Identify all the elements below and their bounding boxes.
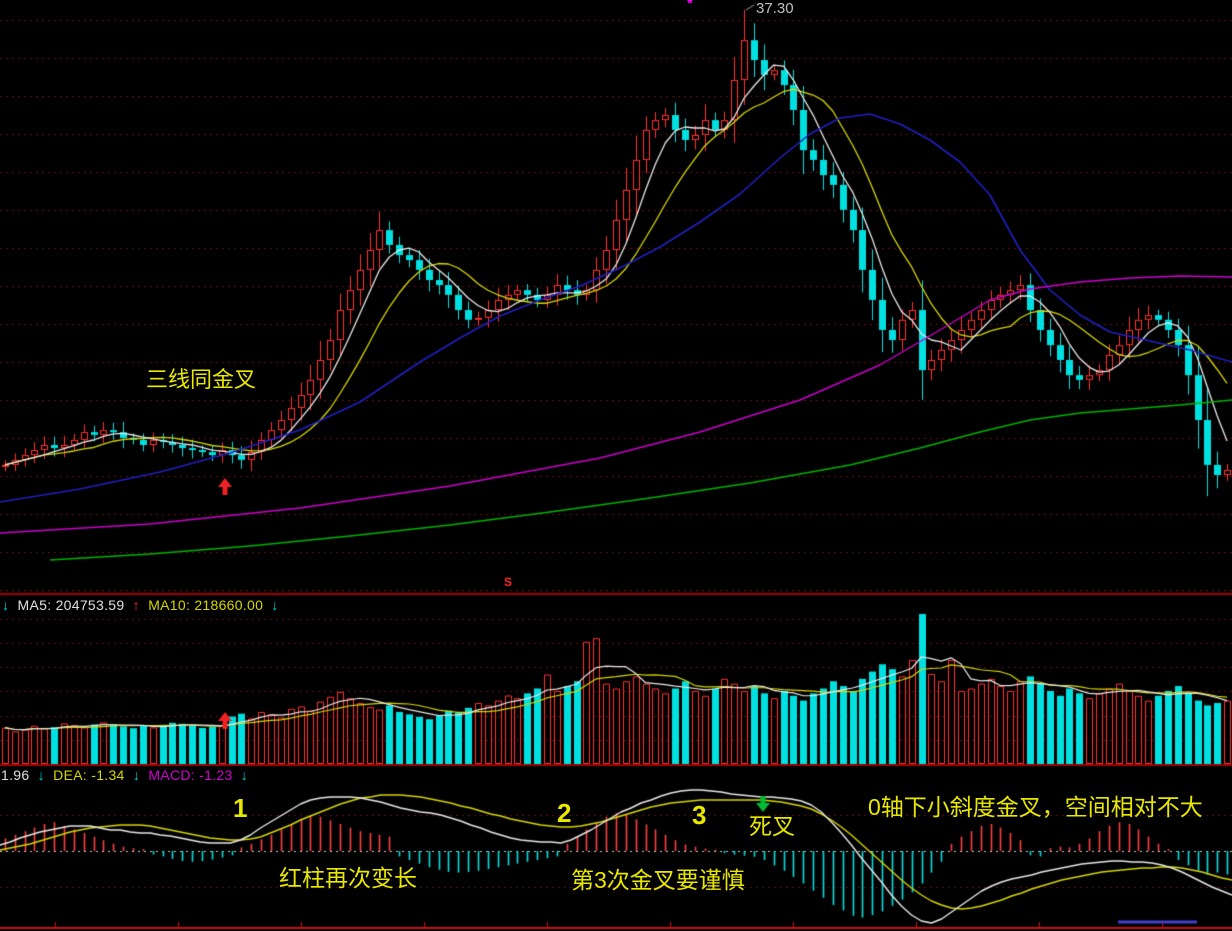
macd-dea-down-icon: ↓ [133,767,140,783]
golden-cross-2-label: 2 [557,800,571,827]
peak-price-label: 37.30 [756,1,794,17]
red-bars-lengthen-note: 红柱再次变长 [279,866,417,890]
volume-trend-down-icon: ↓ [2,597,9,613]
volume-ma5-value: MA5: 204753.59 [18,597,125,613]
volume-ma10-value: MA10: 218660.00 [148,597,263,613]
below-zero-cross-note: 0轴下小斜度金叉，空间相对不大 [868,795,1203,819]
three-line-golden-cross-label: 三线同金叉 [146,368,256,391]
macd-header: 1.96 ↓ DEA: -1.34 ↓ MACD: -1.23 ↓ [1,767,252,783]
event-mark: * [687,0,693,12]
macd-dif-down-icon: ↓ [38,767,45,783]
macd-dif-value: 1.96 [1,767,29,783]
macd-down-icon: ↓ [241,767,248,783]
death-cross-label: 死叉 [749,814,795,838]
golden-cross-3-label: 3 [692,802,706,829]
volume-ma5-up-icon: ↑ [133,597,140,613]
stock-chart-window: ↓ MA5: 204753.59 ↑ MA10: 218660.00 ↓ 1.9… [0,0,1232,931]
third-cross-caution-note: 第3次金叉要谨慎 [571,868,745,892]
golden-cross-1-label: 1 [233,795,247,822]
chart-canvas[interactable] [0,0,1232,931]
volume-ma-header: ↓ MA5: 204753.59 ↑ MA10: 218660.00 ↓ [2,597,283,613]
macd-value: MACD: -1.23 [148,767,232,783]
volume-ma10-down-icon: ↓ [271,597,278,613]
split-marker: S [504,576,512,589]
macd-dea-value: DEA: -1.34 [53,767,124,783]
